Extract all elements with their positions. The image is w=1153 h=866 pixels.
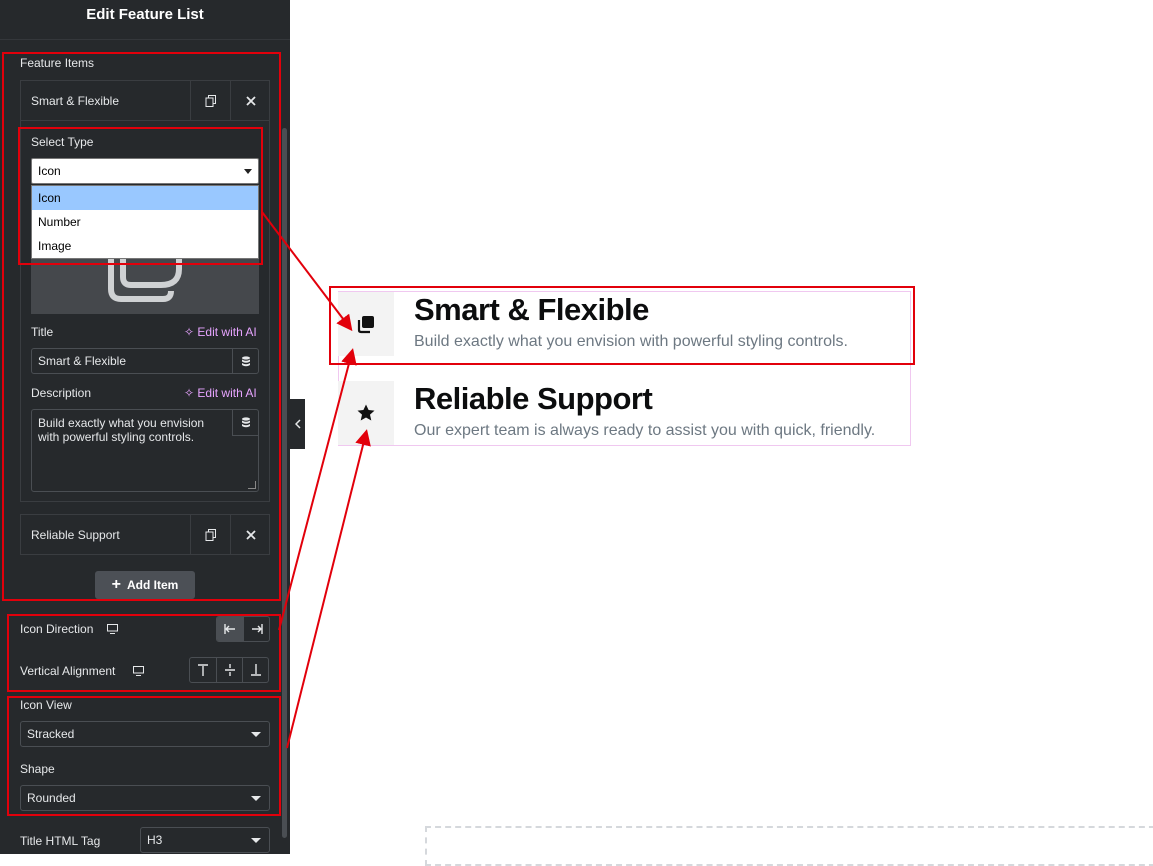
star-icon [357, 404, 375, 421]
add-item-button[interactable]: + Add Item [95, 571, 195, 599]
repeater-item-reliable-support[interactable]: Reliable Support [20, 514, 270, 555]
repeater-item-title: Reliable Support [31, 528, 120, 542]
select-type-label: Select Type [31, 135, 94, 149]
copy-icon [108, 259, 182, 302]
title-html-tag-value: H3 [147, 833, 163, 847]
align-left-icon [224, 624, 235, 634]
duplicate-button[interactable] [190, 81, 230, 120]
icon-view-label: Icon View [20, 698, 72, 712]
dynamic-tags-button[interactable] [232, 349, 258, 373]
desktop-icon[interactable] [132, 666, 144, 676]
ai-sparkle-icon: ✧ [184, 325, 195, 339]
close-icon [245, 95, 256, 106]
option-number[interactable]: Number [32, 210, 258, 234]
duplicate-icon [205, 94, 216, 107]
shape-value: Rounded [27, 791, 76, 805]
feature-description: Our expert team is always ready to assis… [414, 422, 876, 439]
add-item-label: Add Item [127, 578, 179, 592]
select-type-value: Icon [38, 164, 61, 178]
align-right-icon [251, 624, 263, 634]
description-edit-with-ai-link[interactable]: ✧ Edit with AI [184, 386, 257, 400]
title-edit-with-ai-link[interactable]: ✧ Edit with AI [184, 325, 257, 339]
sidebar-scrollbar[interactable] [282, 128, 287, 838]
edit-with-ai-label: Edit with AI [197, 386, 257, 400]
feature-description: Build exactly what you envision with pow… [414, 333, 848, 350]
database-icon [241, 417, 250, 428]
feature-items-label: Feature Items [20, 56, 95, 70]
icon-preview[interactable] [31, 259, 259, 314]
title-input[interactable]: Smart & Flexible [31, 348, 259, 374]
ai-sparkle-icon: ✧ [184, 386, 195, 400]
direction-left-button[interactable] [217, 617, 243, 641]
icon-view-select[interactable]: Stracked [20, 721, 270, 747]
close-icon [245, 529, 256, 540]
desktop-icon[interactable] [106, 624, 118, 634]
collapse-panel-button[interactable] [290, 399, 305, 449]
shape-select[interactable]: Rounded [20, 785, 270, 811]
chevron-left-icon [294, 419, 301, 429]
shape-label: Shape [20, 762, 55, 776]
description-textarea[interactable]: Build exactly what you envision with pow… [31, 409, 259, 492]
title-label: Title [31, 325, 54, 339]
select-type-dropdown[interactable]: Icon [31, 158, 259, 184]
duplicate-button[interactable] [190, 515, 230, 554]
description-value: Build exactly what you envision with pow… [38, 416, 205, 444]
align-middle-icon [224, 664, 235, 676]
plus-icon: + [111, 576, 121, 593]
icon-view-value: Stracked [27, 727, 75, 741]
vertical-alignment-control [189, 657, 269, 683]
align-bottom-icon [250, 664, 261, 676]
chevron-down-icon [251, 796, 261, 801]
option-image[interactable]: Image [32, 234, 258, 258]
editor-sidebar: Edit Feature List Feature Items Smart & … [0, 0, 290, 854]
remove-button[interactable] [230, 515, 270, 554]
vertical-alignment-label: Vertical Alignment [20, 664, 144, 678]
panel-title: Edit Feature List [0, 0, 290, 40]
title-html-tag-label: Title HTML Tag [20, 834, 101, 848]
repeater-item-smart-flexible[interactable]: Smart & Flexible [20, 80, 270, 121]
feature-icon-box [338, 381, 394, 445]
description-label: Description [31, 386, 92, 400]
align-middle-button[interactable] [216, 658, 242, 682]
database-icon [241, 355, 250, 366]
icon-direction-label: Icon Direction [20, 622, 118, 636]
remove-button[interactable] [230, 81, 270, 120]
dynamic-tags-button[interactable] [232, 410, 258, 436]
repeater-item-title: Smart & Flexible [31, 94, 120, 108]
chevron-down-icon [251, 838, 261, 843]
align-bottom-button[interactable] [242, 658, 268, 682]
align-top-icon [198, 664, 208, 676]
chevron-down-icon [244, 169, 252, 174]
select-type-options: Icon Number Image [31, 185, 259, 259]
option-icon[interactable]: Icon [32, 186, 258, 210]
empty-drop-area[interactable] [425, 826, 1153, 866]
chevron-down-icon [251, 732, 261, 737]
feature-icon-box [338, 292, 394, 356]
title-html-tag-select[interactable]: H3 [140, 827, 270, 853]
align-top-button[interactable] [190, 658, 216, 682]
feature-title: Smart & Flexible [414, 292, 649, 327]
direction-right-button[interactable] [243, 617, 269, 641]
copy-icon [357, 316, 374, 334]
icon-direction-control [216, 616, 270, 642]
title-input-value: Smart & Flexible [38, 354, 127, 368]
edit-with-ai-label: Edit with AI [197, 325, 257, 339]
duplicate-icon [205, 528, 216, 541]
feature-title: Reliable Support [414, 381, 653, 416]
resize-handle[interactable] [248, 481, 256, 489]
